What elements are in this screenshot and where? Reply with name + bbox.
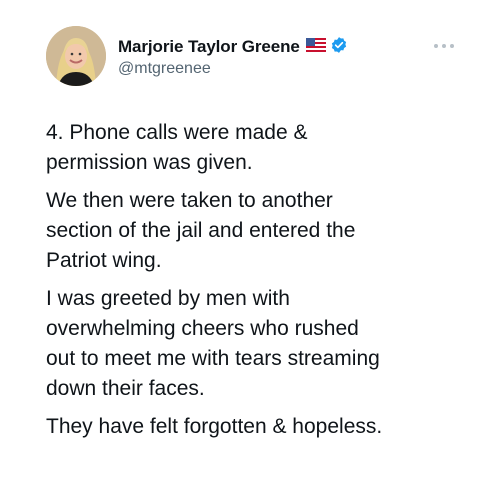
- tweet-paragraph: They have felt forgotten & hopeless.: [46, 415, 383, 438]
- author-handle[interactable]: @mtgreenee: [118, 60, 211, 78]
- author-name[interactable]: Marjorie Taylor Greene: [118, 37, 300, 57]
- tweet-paragraph: We then were taken to another section of…: [46, 189, 356, 272]
- more-dot: [442, 44, 446, 48]
- tweet-paragraph: I was greeted by men with overwhelming c…: [46, 287, 380, 400]
- avatar-portrait: [46, 26, 106, 86]
- more-icon[interactable]: [430, 36, 458, 56]
- tweet-header: Marjorie Taylor Greene @mtgreenee: [46, 26, 466, 90]
- tweet-text: 4. Phone calls were made & permission wa…: [46, 118, 476, 450]
- avatar[interactable]: [46, 26, 106, 86]
- more-dot: [450, 44, 454, 48]
- verified-badge-icon: [330, 36, 348, 59]
- author-row: Marjorie Taylor Greene: [118, 36, 348, 58]
- tweet-paragraph: 4. Phone calls were made & permission wa…: [46, 121, 308, 174]
- us-flag-icon: [305, 37, 326, 57]
- more-dot: [434, 44, 438, 48]
